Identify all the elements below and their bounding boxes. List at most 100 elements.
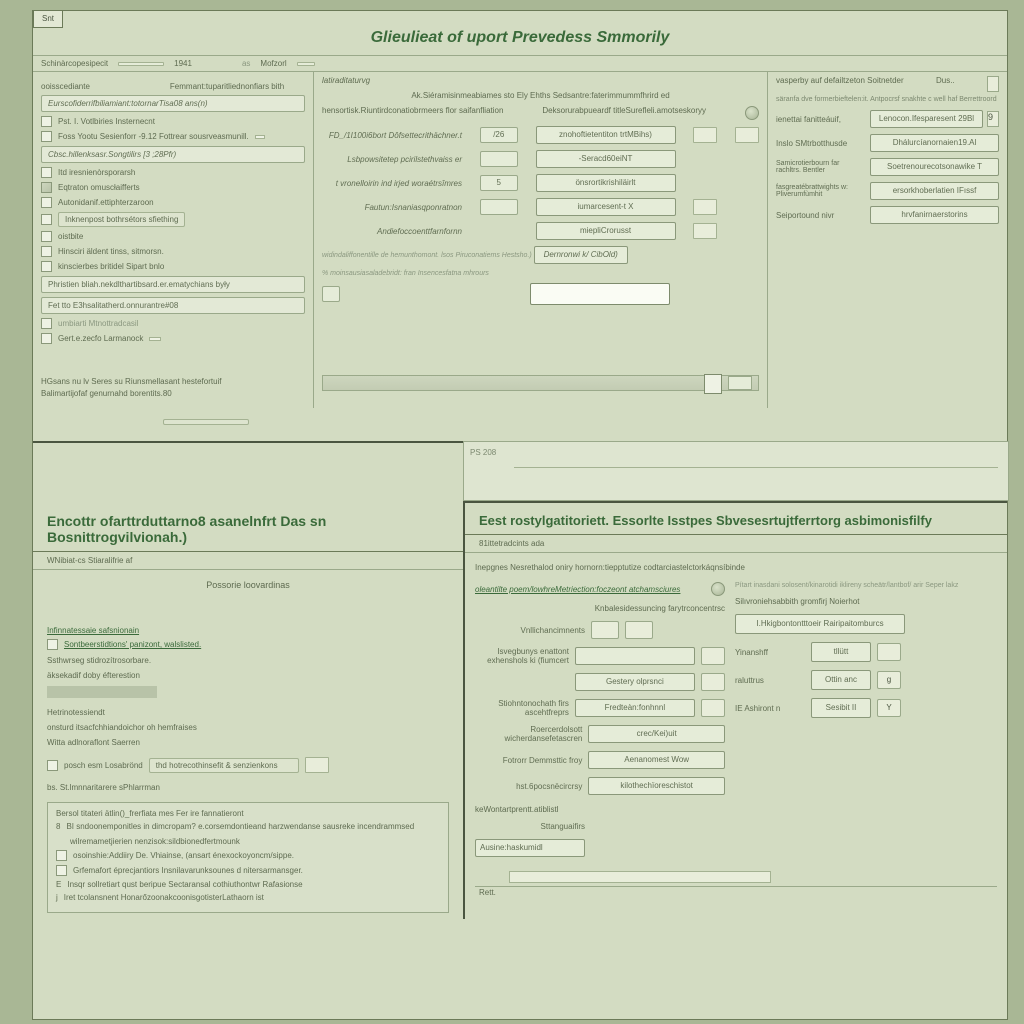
list-item-3[interactable]: Cbsc.hillenksasr.Songtilirs [3 ;28Pfr) <box>41 146 305 163</box>
help-icon[interactable] <box>745 106 759 120</box>
lr-foot-btn-l: Sttanguaifirs <box>475 822 585 831</box>
ll-b-4: Insqr sollretiart qust beripue Sectarans… <box>67 880 302 889</box>
chk-2[interactable] <box>41 131 52 142</box>
lr-bottom-label: Rett. <box>479 888 496 897</box>
ll-link-1[interactable]: Sontbeerstidtions' panizont, walslisted. <box>64 640 201 649</box>
lr-r3-v[interactable]: crec/Kei)uit <box>588 725 725 743</box>
center-slider[interactable] <box>322 375 759 391</box>
lr-kv-3-s[interactable]: Y <box>877 699 901 717</box>
list-item-4: Itd iresnienòrsporarsh <box>58 168 135 177</box>
topbar-chip-1[interactable] <box>118 62 164 66</box>
right-top-btn[interactable] <box>987 76 999 92</box>
ll-bchk-3[interactable] <box>56 865 67 876</box>
ll-b-5: Iret tcolansnent Honarőzoonakcoonisgotis… <box>64 893 264 902</box>
chk-5[interactable] <box>41 182 52 193</box>
ll-link-0[interactable]: Infinnatessaie safsnionain <box>47 626 449 635</box>
chk-b[interactable] <box>41 333 52 344</box>
lr-link[interactable]: oleantilte poem/lowhreMetriection:foczeo… <box>475 585 680 594</box>
lr-r0-a[interactable] <box>591 621 619 639</box>
fr-0-num[interactable]: /26 <box>480 127 518 143</box>
fr-4-val[interactable]: miepliCrorusst <box>536 222 676 240</box>
fr-0-val[interactable]: znohoftietentiton trtMBihs) <box>536 126 676 144</box>
ll-bchk-2[interactable] <box>56 850 67 861</box>
list-item-7[interactable]: Inknenpost bothrsétors sfiething <box>58 212 185 227</box>
list-item-11[interactable]: Phristien bliah.nekdlthartibsard.er.emat… <box>41 276 305 293</box>
lr-r4-v[interactable]: Aenanomest Wow <box>588 751 725 769</box>
topbar-chip-2[interactable] <box>297 62 315 66</box>
lr-help-icon[interactable] <box>711 582 725 596</box>
lr-kv-1-s[interactable] <box>877 643 901 661</box>
mini-combo-b[interactable] <box>149 337 161 341</box>
kv-1-v[interactable]: Dhálurcíanornaien19.Al <box>870 134 999 152</box>
lr-r3-l: Roercerdolsott wicherdansefetascren <box>475 725 582 743</box>
ll-chk-c[interactable] <box>47 760 58 771</box>
fr-1-num[interactable] <box>480 151 518 167</box>
lr-r2-l: Stiohntonochath firs ascehtfreprs <box>475 699 569 717</box>
ll-chk-0[interactable] <box>47 639 58 650</box>
lr-r1-v[interactable] <box>575 647 695 665</box>
kv-3-v[interactable]: ersorkhoberlatien IFıssf <box>870 182 999 200</box>
center-form-hdr-r: Deksorurabpueardf titleSurefleli.amotses… <box>542 106 706 120</box>
kv-4-v[interactable]: hrvfanirnaerstorins <box>870 206 999 224</box>
fr-3-val[interactable]: iumarcesent-t X <box>536 198 676 216</box>
ll-bullet-head: bs. St.lmnnaritarere sPhlarrman <box>47 783 449 792</box>
lr-r2-v[interactable]: Fredteàn:fonhnnl <box>575 699 695 717</box>
chk-9[interactable] <box>41 246 52 257</box>
lr-r0-b[interactable] <box>625 621 653 639</box>
lr-r5-v[interactable]: kilothechïoreschistot <box>588 777 725 795</box>
lr-r4-l: Fotrorr Demmsttic froy <box>475 756 582 765</box>
ll-combo[interactable]: thd hotrecothinsefit & senzienkons <box>149 758 299 773</box>
kv-1-l: Inslo SMtrbotthusde <box>776 139 866 148</box>
list-item-10: kinscierbes britidel Sipart bnlo <box>58 262 164 271</box>
ll-b-0: BI sndoonemponitles in dimcropam? e.cors… <box>66 822 414 831</box>
lr-kv-1-l: Yinanshff <box>735 648 805 657</box>
chk-6[interactable] <box>41 197 52 208</box>
list-item-12[interactable]: Fet tto E3hsalitatherd.onnurantre#08 <box>41 297 305 314</box>
lr-r2-s[interactable] <box>701 699 725 717</box>
white-input[interactable] <box>530 283 670 305</box>
kv-2-v[interactable]: Soetrenourecotsonawike T <box>870 158 999 176</box>
center-longval[interactable]: Dernronwi k/ CibOld) <box>534 246 628 264</box>
lr-r1-s[interactable] <box>701 647 725 665</box>
lr-r1b-v[interactable]: Gestery olprsnci <box>575 673 695 691</box>
lr-kv-0-v[interactable]: I.Hkigbontontttoeir Rairipaitomburcs <box>735 614 905 634</box>
chk-a[interactable] <box>41 318 52 329</box>
kv-0-v[interactable]: Lenocon.Ifesparesent 29Bl <box>870 110 983 128</box>
ll-combo-label: posch esm Losabrönd <box>64 761 143 770</box>
fr-0-sm2[interactable] <box>735 127 759 143</box>
center-note2: % moinsausiasaladebridt: fran Insencesfa… <box>322 270 759 277</box>
ll-chip[interactable] <box>47 686 157 698</box>
lr-kv-1-v[interactable]: tllütt <box>811 642 871 662</box>
mini-combo-1[interactable] <box>255 135 265 139</box>
lr-r1b-s[interactable] <box>701 673 725 691</box>
topbar-label-1: Schinàrcopesipecit <box>41 59 108 68</box>
kv-0-b[interactable]: 9 <box>987 111 999 127</box>
tab-snt[interactable]: Snt <box>33 10 63 28</box>
fr-2-val[interactable]: önsrortikrishiläirlt <box>536 174 676 192</box>
fr-4-sm1[interactable] <box>693 223 717 239</box>
left-foot-box[interactable] <box>163 419 249 425</box>
topbar-label-2: as <box>242 59 250 68</box>
chk-1[interactable] <box>41 116 52 127</box>
fr-0-sm1[interactable] <box>693 127 717 143</box>
lr-kv-2-v[interactable]: Ottin anc <box>811 670 871 690</box>
list-item-0[interactable]: Eurscofiderrifbiliamiant:totornarTisa08 … <box>41 95 305 112</box>
fr-2-num[interactable]: 5 <box>480 175 518 191</box>
lr-bottom-slider[interactable] <box>475 877 997 887</box>
chk-10[interactable] <box>41 261 52 272</box>
fr-3-num[interactable] <box>480 199 518 215</box>
slider-end[interactable] <box>728 376 752 390</box>
fr-3-sm1[interactable] <box>693 199 717 215</box>
right-panel: vasperby auf defailtzeton Soitnetder Dus… <box>767 72 1007 408</box>
chk-7[interactable] <box>41 214 52 225</box>
lr-foot-btn2[interactable]: Ausine:haskumidl <box>475 839 585 857</box>
lr-kv-3-v[interactable]: Sesibit II <box>811 698 871 718</box>
lr-kv-2-s[interactable]: g <box>877 671 901 689</box>
pct-box[interactable] <box>322 286 340 302</box>
ll-combo-btn[interactable] <box>305 757 329 773</box>
chk-4[interactable] <box>41 167 52 178</box>
fr-1-val[interactable]: -Seracd60eiNT <box>536 150 676 168</box>
chk-8[interactable] <box>41 231 52 242</box>
slider-handle[interactable] <box>704 374 722 394</box>
lower-right-panel: Eest rostylgatitoriett. Essorlte Isstpes… <box>463 501 1007 919</box>
